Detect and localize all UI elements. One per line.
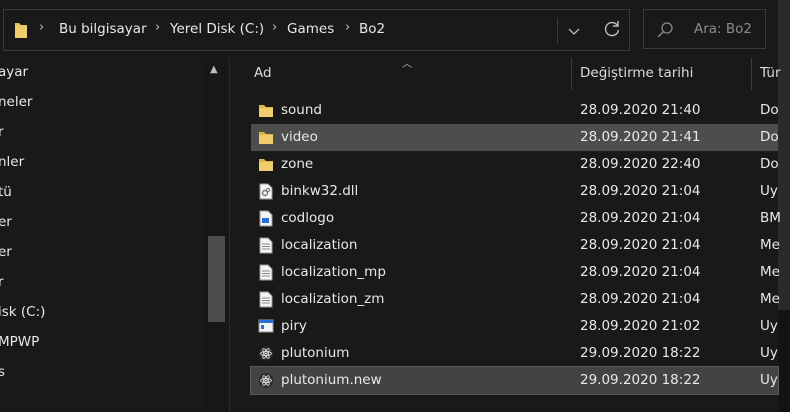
- file-name: codlogo: [281, 210, 335, 226]
- search-placeholder: Ara: Bo2: [694, 21, 753, 37]
- nav-item[interactable]: isk (C:): [0, 304, 45, 320]
- file-row[interactable]: localization 28.09.2020 21:04 Me: [251, 232, 780, 259]
- folder-icon: [258, 102, 274, 119]
- file-type: Do: [760, 156, 779, 172]
- file-type: Me: [760, 237, 780, 253]
- column-divider[interactable]: [571, 58, 572, 90]
- atom-app-icon: [258, 345, 274, 362]
- file-date: 28.09.2020 21:04: [580, 237, 701, 253]
- nav-item[interactable]: tü: [0, 184, 12, 200]
- nav-item[interactable]: ayar: [0, 64, 28, 80]
- folder-icon: [14, 21, 28, 43]
- breadcrumb-bo2[interactable]: Bo2: [359, 21, 385, 37]
- chevron-down-icon[interactable]: [568, 24, 580, 40]
- file-type: Do: [760, 129, 779, 145]
- file-row[interactable]: localization_mp 28.09.2020 21:04 Me: [251, 259, 780, 286]
- file-name: binkw32.dll: [281, 183, 359, 199]
- chevron-right-icon[interactable]: ›: [345, 20, 350, 35]
- search-input[interactable]: Ara: Bo2: [643, 9, 766, 49]
- column-header-date[interactable]: Değiştirme tarihi: [580, 65, 693, 81]
- pane-divider[interactable]: [229, 58, 230, 412]
- file-name: video: [281, 129, 318, 145]
- file-name: localization_mp: [281, 264, 386, 280]
- file-name: piry: [281, 318, 307, 334]
- nav-item[interactable]: er: [0, 214, 12, 230]
- nav-item[interactable]: r: [0, 124, 4, 140]
- file-name: sound: [281, 102, 322, 118]
- scrollbar-thumb[interactable]: [208, 236, 225, 322]
- file-type: Uy: [760, 372, 778, 388]
- file-name: plutonium: [281, 345, 350, 361]
- window-edge: [778, 0, 790, 412]
- sort-ascending-icon: ︿: [402, 59, 412, 70]
- file-date: 28.09.2020 22:40: [580, 156, 701, 172]
- file-row[interactable]: sound 28.09.2020 21:40 Do: [251, 97, 779, 124]
- atom-app-icon: [258, 372, 274, 389]
- file-name: plutonium.new: [281, 372, 382, 388]
- text-file-icon: [258, 264, 274, 281]
- file-date: 28.09.2020 21:40: [580, 102, 701, 118]
- nav-item[interactable]: r: [0, 274, 4, 290]
- file-type: Uy: [760, 345, 778, 361]
- file-date: 28.09.2020 21:04: [580, 291, 701, 307]
- nav-item[interactable]: MPWP: [0, 334, 39, 350]
- file-type: BM: [760, 210, 781, 226]
- file-row[interactable]: localization_zm 28.09.2020 21:04 Me: [251, 286, 780, 313]
- file-date: 28.09.2020 21:02: [580, 318, 701, 334]
- divider: [557, 18, 558, 44]
- nav-item[interactable]: er: [0, 244, 12, 260]
- bitmap-file-icon: [258, 210, 274, 227]
- dll-file-icon: [258, 183, 274, 200]
- file-row[interactable]: plutonium.new 29.09.2020 18:22 Uy: [250, 366, 779, 395]
- breadcrumb-local-disk[interactable]: Yerel Disk (C:): [170, 21, 264, 37]
- file-date: 28.09.2020 21:41: [580, 129, 701, 145]
- file-row[interactable]: zone 28.09.2020 22:40 Do: [251, 151, 779, 178]
- chevron-right-icon[interactable]: ›: [39, 20, 44, 35]
- application-window-icon: [258, 318, 274, 335]
- file-name: localization: [281, 237, 358, 253]
- file-date: 28.09.2020 21:04: [580, 183, 701, 199]
- file-type: Uy: [760, 318, 778, 334]
- nav-item[interactable]: neler: [0, 94, 32, 110]
- text-file-icon: [258, 237, 274, 254]
- file-date: 29.09.2020 18:22: [580, 345, 701, 361]
- refresh-icon[interactable]: [602, 19, 622, 43]
- file-row[interactable]: plutonium 29.09.2020 18:22 Uy: [251, 340, 778, 367]
- navigation-pane: ayar neler r nler tü er er r isk (C:) MP…: [0, 58, 228, 412]
- scroll-up-arrow-icon[interactable]: ▲: [210, 64, 218, 75]
- file-type: Me: [760, 291, 780, 307]
- file-row[interactable]: codlogo 28.09.2020 21:04 BM: [251, 205, 781, 232]
- file-date: 28.09.2020 21:04: [580, 210, 701, 226]
- chevron-right-icon[interactable]: ›: [155, 20, 160, 35]
- file-row[interactable]: video 28.09.2020 21:41 Do: [251, 124, 779, 151]
- breadcrumb-games[interactable]: Games: [287, 21, 334, 37]
- chevron-right-icon[interactable]: ›: [272, 20, 277, 35]
- column-header-name[interactable]: Ad: [254, 65, 272, 81]
- file-name: zone: [281, 156, 314, 172]
- nav-item[interactable]: nler: [0, 154, 24, 170]
- file-name: localization_zm: [281, 291, 385, 307]
- file-date: 29.09.2020 18:22: [580, 372, 701, 388]
- folder-icon: [258, 156, 274, 173]
- column-header-type[interactable]: Tür: [760, 65, 781, 81]
- file-type: Do: [760, 102, 779, 118]
- search-icon: [656, 21, 674, 43]
- nav-scrollbar[interactable]: ▲: [205, 58, 228, 412]
- file-row[interactable]: binkw32.dll 28.09.2020 21:04 Uy: [251, 178, 778, 205]
- column-divider[interactable]: [751, 58, 752, 90]
- file-date: 28.09.2020 21:04: [580, 264, 701, 280]
- text-file-icon: [258, 291, 274, 308]
- nav-item[interactable]: s: [0, 364, 5, 380]
- breadcrumb-this-pc[interactable]: Bu bilgisayar: [59, 21, 147, 37]
- file-type: Me: [760, 264, 780, 280]
- folder-icon: [258, 129, 274, 146]
- address-bar[interactable]: › Bu bilgisayar › Yerel Disk (C:) › Game…: [3, 9, 630, 51]
- file-type: Uy: [760, 183, 778, 199]
- file-row[interactable]: piry 28.09.2020 21:02 Uy: [251, 313, 778, 340]
